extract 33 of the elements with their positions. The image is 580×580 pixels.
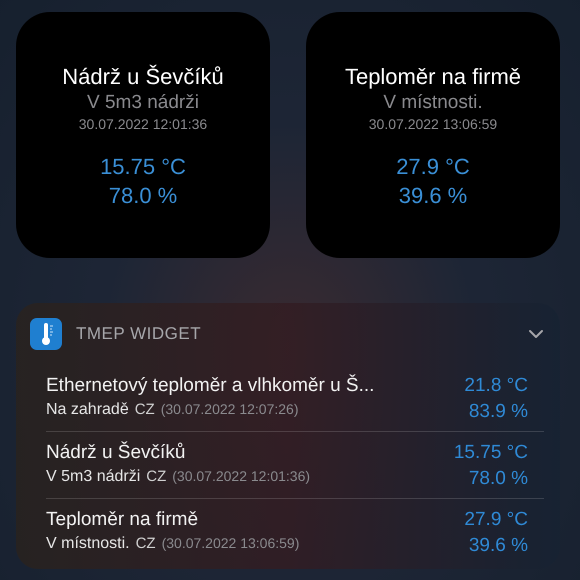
sensor-location: V 5m3 nádrži — [87, 92, 199, 114]
temperature-value: 21.8 °C — [464, 375, 528, 397]
sensor-location: V místnosti. — [46, 535, 130, 553]
sensor-title: Nádrž u Ševčíků — [62, 64, 224, 90]
sensor-location: V 5m3 nádrži — [46, 468, 140, 486]
sensor-location: Na zahradě — [46, 401, 129, 419]
sensor-name: Nádrž u Ševčíků — [46, 442, 186, 464]
sensor-name: Ethernetový teploměr a vlhkoměr u Š... — [46, 375, 374, 397]
temperature-value: 27.9 °C — [464, 509, 528, 531]
sensor-location: V místnosti. — [383, 92, 483, 114]
sensor-time: (30.07.2022 12:01:36) — [172, 468, 310, 484]
humidity-value: 83.9 % — [468, 401, 528, 423]
country-code: CZ — [134, 401, 155, 418]
sensor-time: 30.07.2022 12:01:36 — [78, 116, 208, 132]
sensor-time: (30.07.2022 12:07:26) — [160, 401, 298, 417]
temperature-value: 15.75 °C — [454, 442, 528, 464]
sensor-widget[interactable]: Nádrž u Ševčíků V 5m3 nádrži 30.07.2022 12:01:36 15.75 °C 78.0 % — [16, 12, 270, 258]
temperature-value: 15.75 °C — [100, 154, 186, 180]
widget-title: TMEP WIDGET — [76, 324, 202, 344]
sensor-title: Teploměr na firmě — [344, 64, 522, 90]
sensor-time: 30.07.2022 13:06:59 — [368, 116, 498, 132]
thermometer-icon — [30, 318, 62, 350]
sensor-widget[interactable]: Teploměr na firmě V místnosti. 30.07.2022 13:06:59 27.9 °C 39.6 % — [306, 12, 560, 258]
sensor-time: (30.07.2022 13:06:59) — [162, 535, 300, 551]
country-code: CZ — [136, 535, 156, 552]
humidity-value: 78.0 % — [108, 183, 178, 209]
humidity-value: 78.0 % — [468, 468, 528, 490]
humidity-value: 39.6 % — [398, 183, 468, 209]
sensor-name: Teploměr na firmě — [46, 509, 200, 531]
chevron-icon[interactable] — [528, 329, 544, 339]
temperature-value: 27.9 °C — [396, 154, 470, 180]
country-code: CZ — [146, 468, 166, 485]
humidity-value: 39.6 % — [468, 535, 528, 557]
